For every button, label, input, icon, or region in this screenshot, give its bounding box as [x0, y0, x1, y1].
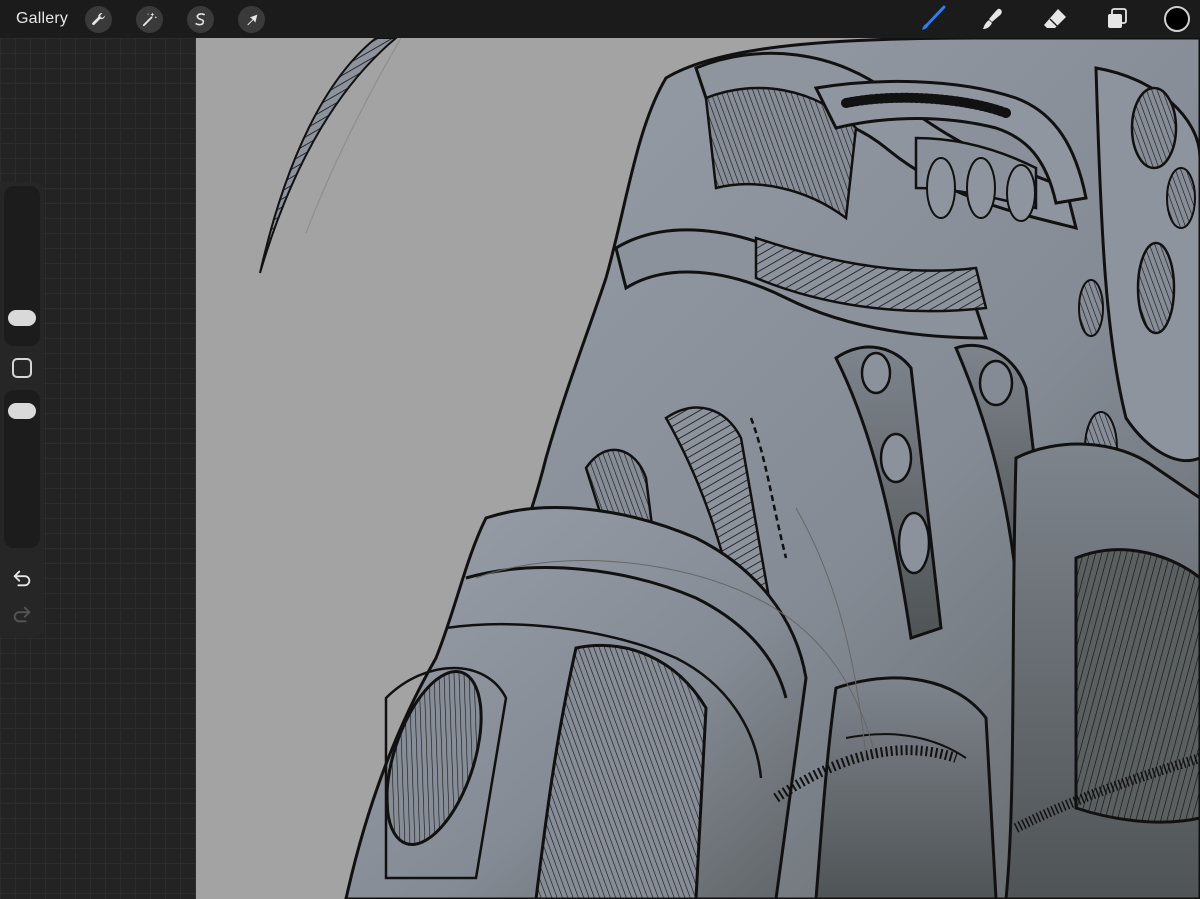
line-art-illustration	[259, 38, 1200, 899]
gallery-button[interactable]: Gallery	[16, 10, 68, 28]
modify-square-button[interactable]	[12, 358, 32, 378]
brush-tool-button[interactable]	[918, 4, 948, 34]
drawing-canvas[interactable]	[196, 38, 1200, 899]
adjustments-button[interactable]	[136, 6, 163, 33]
undo-button[interactable]	[10, 566, 34, 590]
color-picker-button[interactable]	[1164, 6, 1190, 32]
opacity-thumb[interactable]	[8, 403, 36, 419]
selection-s-icon	[195, 13, 205, 26]
smudge-tool-button[interactable]	[978, 4, 1008, 34]
layers-button[interactable]	[1102, 4, 1132, 34]
arrow-cursor-icon	[246, 14, 257, 25]
brush-icon	[922, 5, 946, 30]
actions-button[interactable]	[85, 6, 112, 33]
eraser-tool-button[interactable]	[1040, 4, 1070, 34]
wrench-icon	[92, 13, 105, 26]
sidebar-panel	[0, 182, 44, 637]
magic-wand-icon	[142, 12, 158, 27]
smudge-icon	[983, 8, 1002, 29]
eraser-icon	[1044, 9, 1066, 28]
layers-icon	[1108, 8, 1127, 28]
redo-icon	[13, 606, 31, 623]
brush-size-thumb[interactable]	[8, 310, 36, 326]
selection-button[interactable]	[187, 6, 214, 33]
undo-icon	[13, 570, 31, 587]
redo-button[interactable]	[10, 602, 34, 626]
top-toolbar: Gallery	[0, 0, 1200, 38]
transform-button[interactable]	[238, 6, 265, 33]
